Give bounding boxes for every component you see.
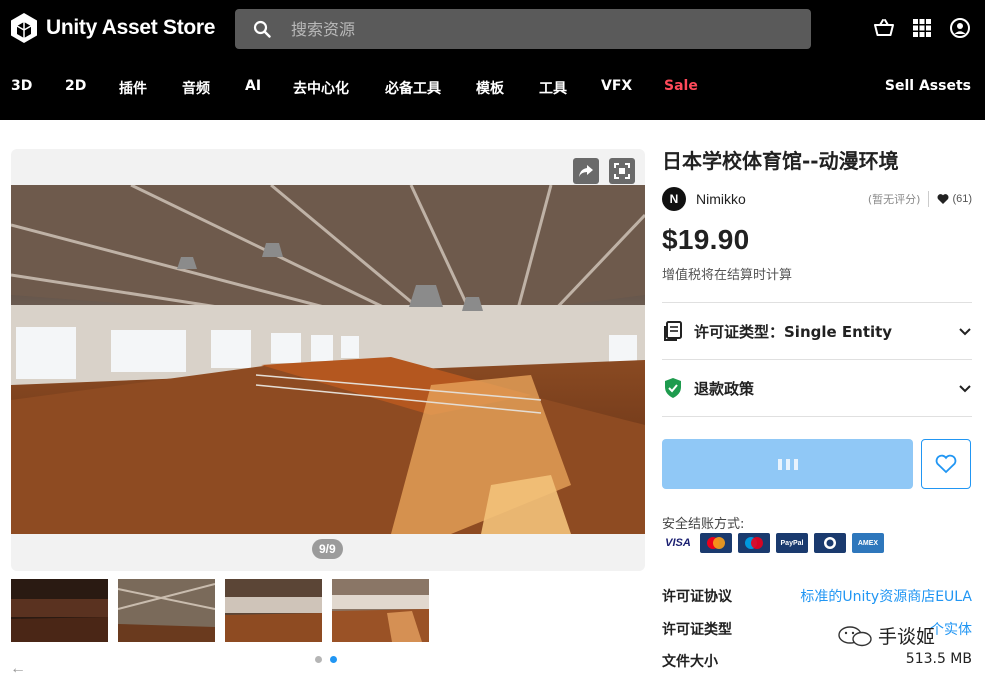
favorite-count: (61) (952, 193, 972, 205)
maestro-icon (738, 533, 770, 553)
add-to-cart-button[interactable] (662, 439, 913, 489)
gymnasium-render-image (11, 185, 645, 534)
detail-row-file-size: 文件大小 513.5 MB (662, 651, 972, 671)
payment-cards: VISA PayPal AMEX (662, 533, 884, 553)
loading-bar (777, 458, 782, 470)
product-gallery: 9/9 (11, 149, 645, 571)
visa-icon: VISA (665, 537, 691, 549)
nav-item-templates[interactable]: 模板 (476, 78, 504, 98)
nav-item-plugins[interactable]: 插件 (119, 78, 147, 98)
nav-item-vfx[interactable]: VFX (601, 78, 632, 94)
eula-link[interactable]: 标准的Unity资源商店EULA (800, 586, 972, 606)
search-input[interactable] (291, 19, 771, 39)
nav-item-3d[interactable]: 3D (11, 78, 32, 94)
nav-item-sale[interactable]: Sale (664, 78, 698, 94)
rating-text[interactable]: (暂无评分) (868, 191, 921, 207)
product-title: 日本学校体育馆--动漫环境 (662, 149, 899, 173)
thumbnail-image (11, 579, 108, 642)
detail-key: 许可证类型 (662, 622, 732, 638)
vat-note: 增值税将在结算时计算 (662, 268, 793, 283)
search-icon[interactable] (253, 20, 271, 38)
share-icon (579, 165, 593, 177)
main-product-image[interactable] (11, 185, 645, 534)
divider (928, 191, 930, 207)
nav-item-essentials[interactable]: 必备工具 (385, 78, 441, 98)
thumbnail-image (225, 579, 322, 642)
thumbnail-image (332, 579, 429, 642)
detail-row-license-agreement: 许可证协议 标准的Unity资源商店EULA (662, 586, 972, 606)
publisher-avatar[interactable]: N (662, 187, 686, 211)
search-bar[interactable] (235, 9, 811, 49)
unity-cube-icon (11, 13, 37, 43)
share-button[interactable] (573, 158, 599, 184)
nav-item-ai[interactable]: AI (245, 78, 261, 94)
carousel-dots (315, 656, 337, 663)
detail-key: 文件大小 (662, 654, 718, 670)
detail-key: 许可证协议 (662, 589, 732, 605)
publisher-row: N Nimikko (暂无评分) (61) (662, 186, 972, 212)
nav-item-audio[interactable]: 音频 (182, 78, 210, 98)
chevron-down-icon (959, 328, 971, 336)
nav-item-decentralized[interactable]: 去中心化 (293, 78, 349, 98)
refund-policy-label: 退款政策 (694, 379, 755, 398)
payment-methods-label: 安全结账方式: (662, 517, 745, 532)
refund-policy-expander[interactable]: 退款政策 (662, 360, 972, 416)
publisher-name[interactable]: Nimikko (696, 191, 746, 207)
license-document-icon (664, 321, 682, 341)
heart-outline-icon (935, 454, 957, 474)
wechat-icon (838, 625, 872, 646)
license-type-expander[interactable]: 许可证类型：Single Entity (662, 303, 972, 359)
product-info-panel: 日本学校体育馆--动漫环境 N Nimikko (暂无评分) (61) $19.… (662, 148, 972, 670)
license-type-label: 许可证类型：Single Entity (694, 322, 893, 341)
nav-item-tools[interactable]: 工具 (539, 78, 567, 98)
heart-icon[interactable] (937, 193, 949, 205)
file-size-value: 513.5 MB (905, 651, 972, 667)
fullscreen-button[interactable] (609, 158, 635, 184)
category-nav: 3D 2D 插件 音频 AI 去中心化 必备工具 模板 工具 VFX Sale … (0, 78, 985, 104)
divider (662, 416, 972, 417)
thumbnail-image (118, 579, 215, 642)
grid-icon[interactable] (911, 17, 933, 39)
watermark-text: 手谈姬 (878, 626, 936, 648)
paypal-icon: PayPal (776, 533, 808, 553)
user-icon[interactable] (949, 17, 971, 39)
watermark: 手谈姬 (838, 622, 935, 649)
mastercard-icon (700, 533, 732, 553)
shield-check-icon (665, 378, 681, 398)
add-to-favorites-button[interactable] (921, 439, 971, 489)
unity-logo[interactable]: Unity Asset Store (10, 12, 215, 44)
top-header: Unity Asset Store 3D 2D 插件 音频 AI 去中心化 (0, 0, 985, 120)
loading-bar (793, 458, 798, 470)
diners-icon (814, 533, 846, 553)
loading-bar (785, 458, 790, 470)
product-price: $19.90 (662, 224, 750, 255)
image-pager: 9/9 (312, 539, 343, 559)
thumbnail[interactable] (332, 579, 429, 642)
sell-assets-link[interactable]: Sell Assets (885, 78, 971, 94)
thumbnail[interactable] (118, 579, 215, 642)
carousel-dot-active[interactable] (330, 656, 337, 663)
fullscreen-icon (614, 163, 630, 179)
thumbnail[interactable] (225, 579, 322, 642)
license-type-link[interactable]: 个实体 (930, 619, 972, 639)
arrow-left-icon[interactable]: ← (10, 660, 26, 678)
chevron-down-icon (959, 385, 971, 393)
thumbnail[interactable] (11, 579, 108, 642)
carousel-dot[interactable] (315, 656, 322, 663)
thumbnail-strip (11, 579, 429, 642)
logo-text: Unity Asset Store (46, 16, 216, 39)
nav-item-2d[interactable]: 2D (65, 78, 86, 94)
amex-icon: AMEX (852, 533, 884, 553)
cart-icon[interactable] (873, 17, 895, 39)
